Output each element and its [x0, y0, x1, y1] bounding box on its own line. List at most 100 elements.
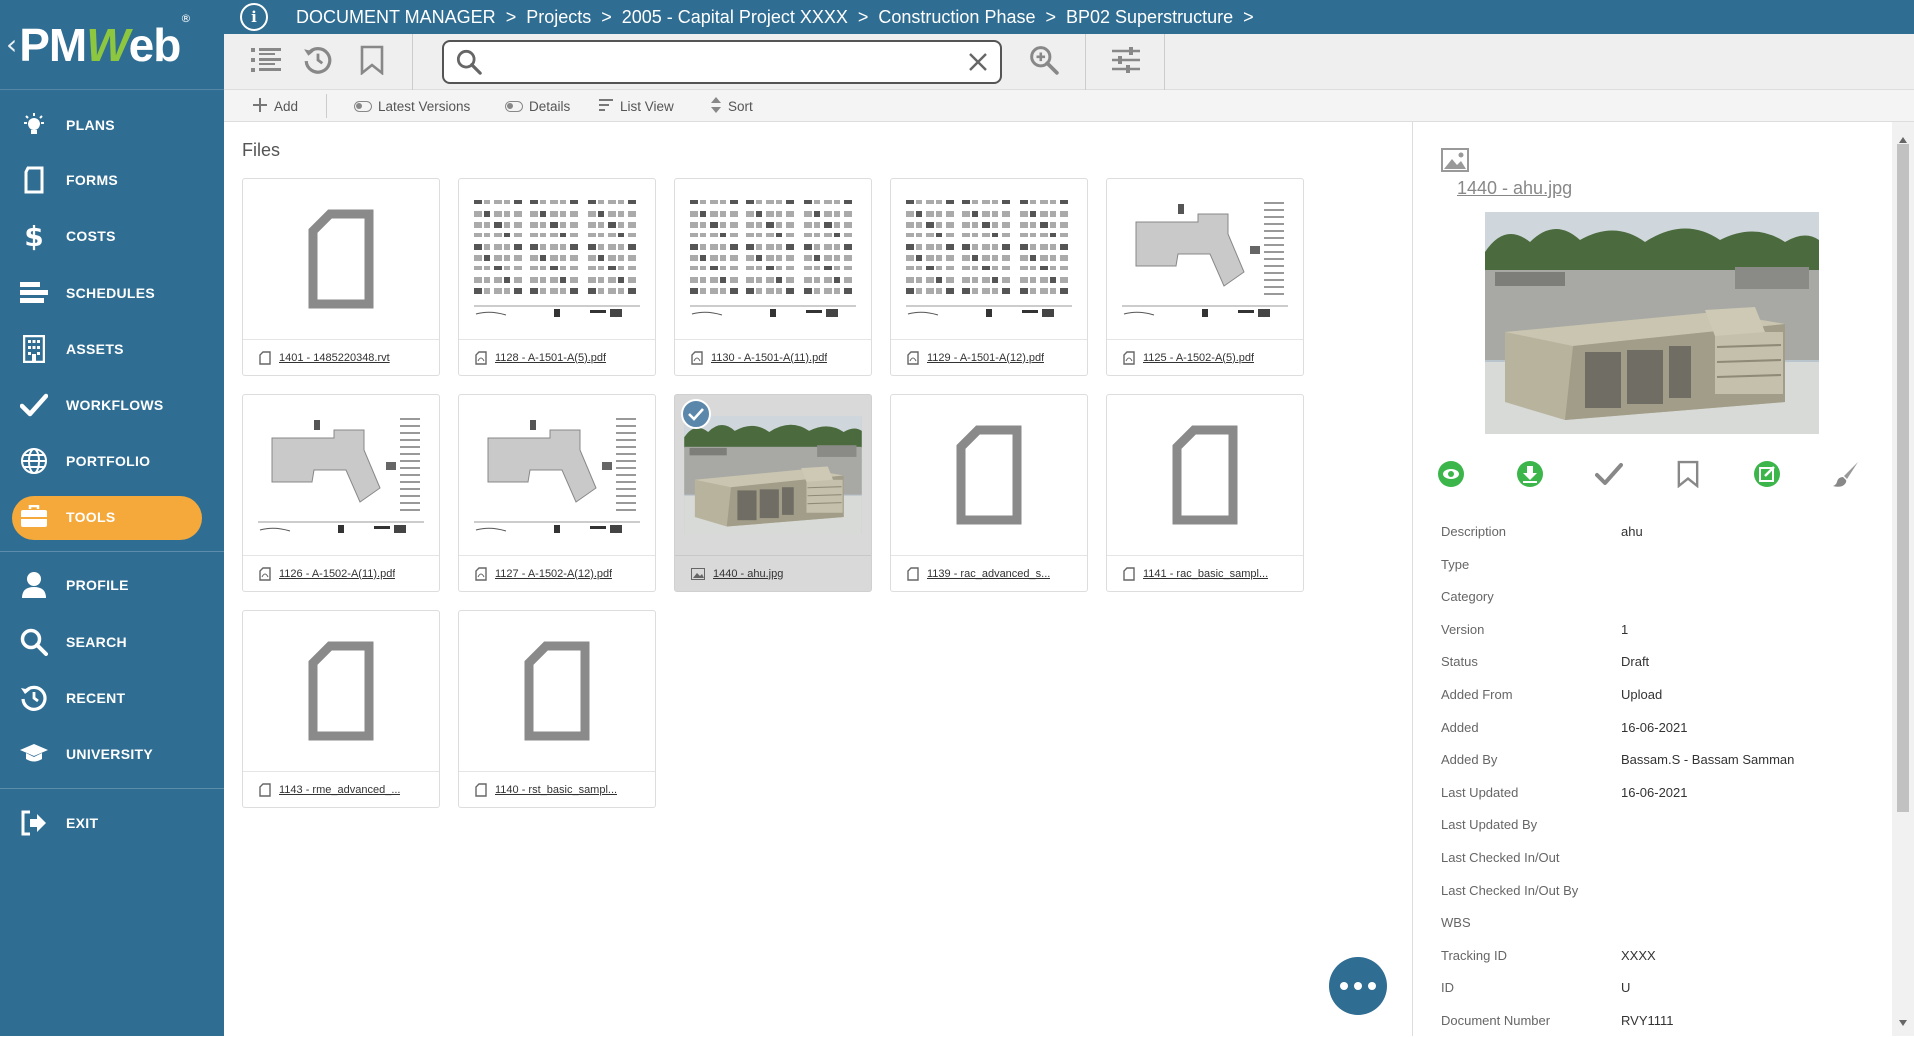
view-button[interactable]	[1431, 456, 1471, 496]
scrollbar-thumb[interactable]	[1897, 144, 1909, 812]
back-chevron-icon[interactable]: ‹	[6, 28, 17, 61]
toolbar-divider	[1085, 34, 1086, 90]
file-name-link[interactable]: 1141 - rac_basic_sampl...	[1143, 568, 1268, 580]
latest-versions-toggle[interactable]: Latest Versions	[354, 90, 470, 122]
list-tree-button[interactable]	[246, 42, 286, 82]
sidebar-item-forms[interactable]: FORMS	[0, 157, 224, 203]
approve-button[interactable]	[1589, 456, 1629, 496]
bookmark-button[interactable]	[352, 42, 392, 82]
preview-file-name-link[interactable]: 1440 - ahu.jpg	[1457, 178, 1572, 199]
add-label: Add	[274, 98, 299, 114]
file-card[interactable]: 1141 - rac_basic_sampl...	[1106, 394, 1304, 592]
sidebar-item-assets[interactable]: ASSETS	[0, 326, 224, 372]
sidebar-item-profile[interactable]: PROFILE	[0, 562, 224, 608]
file-card[interactable]: 1130 - A-1501-A(11).pdf	[674, 178, 872, 376]
property-row: Last Checked In/Out	[1441, 850, 1901, 874]
bookmark-file-button[interactable]	[1668, 456, 1708, 496]
sidebar-item-recent[interactable]: RECENT	[0, 675, 224, 721]
file-thumbnail[interactable]	[243, 395, 439, 555]
details-label: Details	[529, 98, 571, 114]
file-thumbnail[interactable]	[1107, 179, 1303, 339]
file-card[interactable]: 1401 - 1485220348.rvt	[242, 178, 440, 376]
pdf-file-icon	[907, 350, 919, 365]
property-label: Added	[1441, 719, 1479, 735]
sidebar-item-exit[interactable]: EXIT	[0, 800, 224, 846]
file-card[interactable]: 1139 - rac_advanced_s...	[890, 394, 1088, 592]
sidebar-item-plans[interactable]: PLANS	[0, 102, 224, 148]
file-thumbnail[interactable]	[891, 395, 1087, 555]
more-actions-button[interactable]	[1329, 957, 1387, 1015]
pmweb-logo[interactable]: ‹ PMWeb ®	[0, 0, 224, 90]
file-name-link[interactable]: 1140 - rst_basic_sampl...	[495, 784, 617, 796]
file-card[interactable]: 1440 - ahu.jpg	[674, 394, 872, 592]
breadcrumb-separator: >	[857, 6, 869, 27]
file-thumbnail[interactable]	[459, 611, 655, 771]
sort-label: Sort	[728, 98, 753, 114]
history-icon	[303, 45, 333, 79]
file-card[interactable]: 1143 - rme_advanced_...	[242, 610, 440, 808]
markup-button[interactable]	[1826, 456, 1866, 496]
list-view-button[interactable]: List View	[598, 90, 674, 122]
file-thumbnail[interactable]	[459, 395, 655, 555]
sidebar-item-tools[interactable]: TOOLS	[0, 494, 224, 540]
file-name-link[interactable]: 1128 - A-1501-A(5).pdf	[495, 352, 606, 364]
file-thumbnail[interactable]	[243, 611, 439, 771]
file-card[interactable]: 1129 - A-1501-A(12).pdf	[890, 178, 1088, 376]
file-name-link[interactable]: 1401 - 1485220348.rvt	[279, 352, 390, 364]
file-name-link[interactable]: 1139 - rac_advanced_s...	[927, 568, 1050, 580]
sidebar-item-university[interactable]: UNIVERSITY	[0, 731, 224, 777]
file-card[interactable]: 1126 - A-1502-A(11).pdf	[242, 394, 440, 592]
bookmark-icon	[1677, 460, 1699, 492]
file-card[interactable]: 1128 - A-1501-A(5).pdf	[458, 178, 656, 376]
scroll-down-icon[interactable]	[1899, 1011, 1907, 1030]
file-card[interactable]: 1125 - A-1502-A(5).pdf	[1106, 178, 1304, 376]
file-name-link[interactable]: 1143 - rme_advanced_...	[279, 784, 400, 796]
breadcrumb-item[interactable]: DOCUMENT MANAGER	[296, 7, 496, 28]
download-button[interactable]	[1510, 456, 1550, 496]
file-card[interactable]: 1127 - A-1502-A(12).pdf	[458, 394, 656, 592]
recent-button[interactable]	[298, 42, 338, 82]
advanced-search-button[interactable]	[1024, 42, 1064, 82]
breadcrumb-item[interactable]: BP02 Superstructure	[1066, 7, 1233, 28]
selected-check-icon[interactable]	[681, 399, 711, 429]
toolbar	[224, 34, 1914, 90]
sidebar-item-costs[interactable]: $ COSTS	[0, 213, 224, 259]
breadcrumb-item[interactable]: Projects	[526, 7, 591, 28]
toolbox-icon	[16, 505, 52, 529]
clear-search-icon[interactable]	[968, 52, 988, 72]
breadcrumb-item[interactable]: 2005 - Capital Project XXXX	[622, 7, 848, 28]
sidebar-item-search[interactable]: SEARCH	[0, 619, 224, 665]
search-icon	[16, 628, 52, 656]
file-name-link[interactable]: 1129 - A-1501-A(12).pdf	[927, 352, 1044, 364]
file-thumbnail[interactable]	[459, 179, 655, 339]
sidebar-item-workflows[interactable]: WORKFLOWS	[0, 382, 224, 428]
breadcrumb-item[interactable]: Construction Phase	[878, 7, 1035, 28]
add-button[interactable]: Add	[252, 90, 298, 122]
file-thumbnail[interactable]	[675, 179, 871, 339]
details-toggle[interactable]: Details	[505, 90, 570, 122]
zoom-search-icon	[1029, 45, 1059, 79]
file-thumbnail[interactable]	[243, 179, 439, 339]
sliders-icon	[1111, 46, 1141, 78]
file-name-link[interactable]: 1127 - A-1502-A(12).pdf	[495, 568, 612, 580]
file-name-link[interactable]: 1126 - A-1502-A(11).pdf	[279, 568, 395, 580]
file-card[interactable]: 1140 - rst_basic_sampl...	[458, 610, 656, 808]
file-name-link[interactable]: 1130 - A-1501-A(11).pdf	[711, 352, 827, 364]
filter-settings-button[interactable]	[1106, 42, 1146, 82]
sidebar-item-schedules[interactable]: SCHEDULES	[0, 270, 224, 316]
edit-button[interactable]	[1747, 456, 1787, 496]
sort-button[interactable]: Sort	[710, 90, 753, 122]
file-thumbnail[interactable]	[891, 179, 1087, 339]
sidebar-item-label: WORKFLOWS	[66, 397, 164, 413]
file-thumbnail[interactable]	[1107, 395, 1303, 555]
dot	[1368, 982, 1376, 990]
details-scrollbar[interactable]	[1892, 122, 1914, 1036]
search-box	[442, 40, 1002, 84]
sidebar-item-portfolio[interactable]: PORTFOLIO	[0, 438, 224, 484]
preview-image[interactable]	[1485, 212, 1819, 434]
file-name-link[interactable]: 1125 - A-1502-A(5).pdf	[1143, 352, 1254, 364]
search-input[interactable]	[490, 44, 968, 80]
info-icon[interactable]: i	[240, 3, 268, 31]
property-value: Upload	[1621, 687, 1663, 702]
file-name-link[interactable]: 1440 - ahu.jpg	[713, 568, 783, 580]
